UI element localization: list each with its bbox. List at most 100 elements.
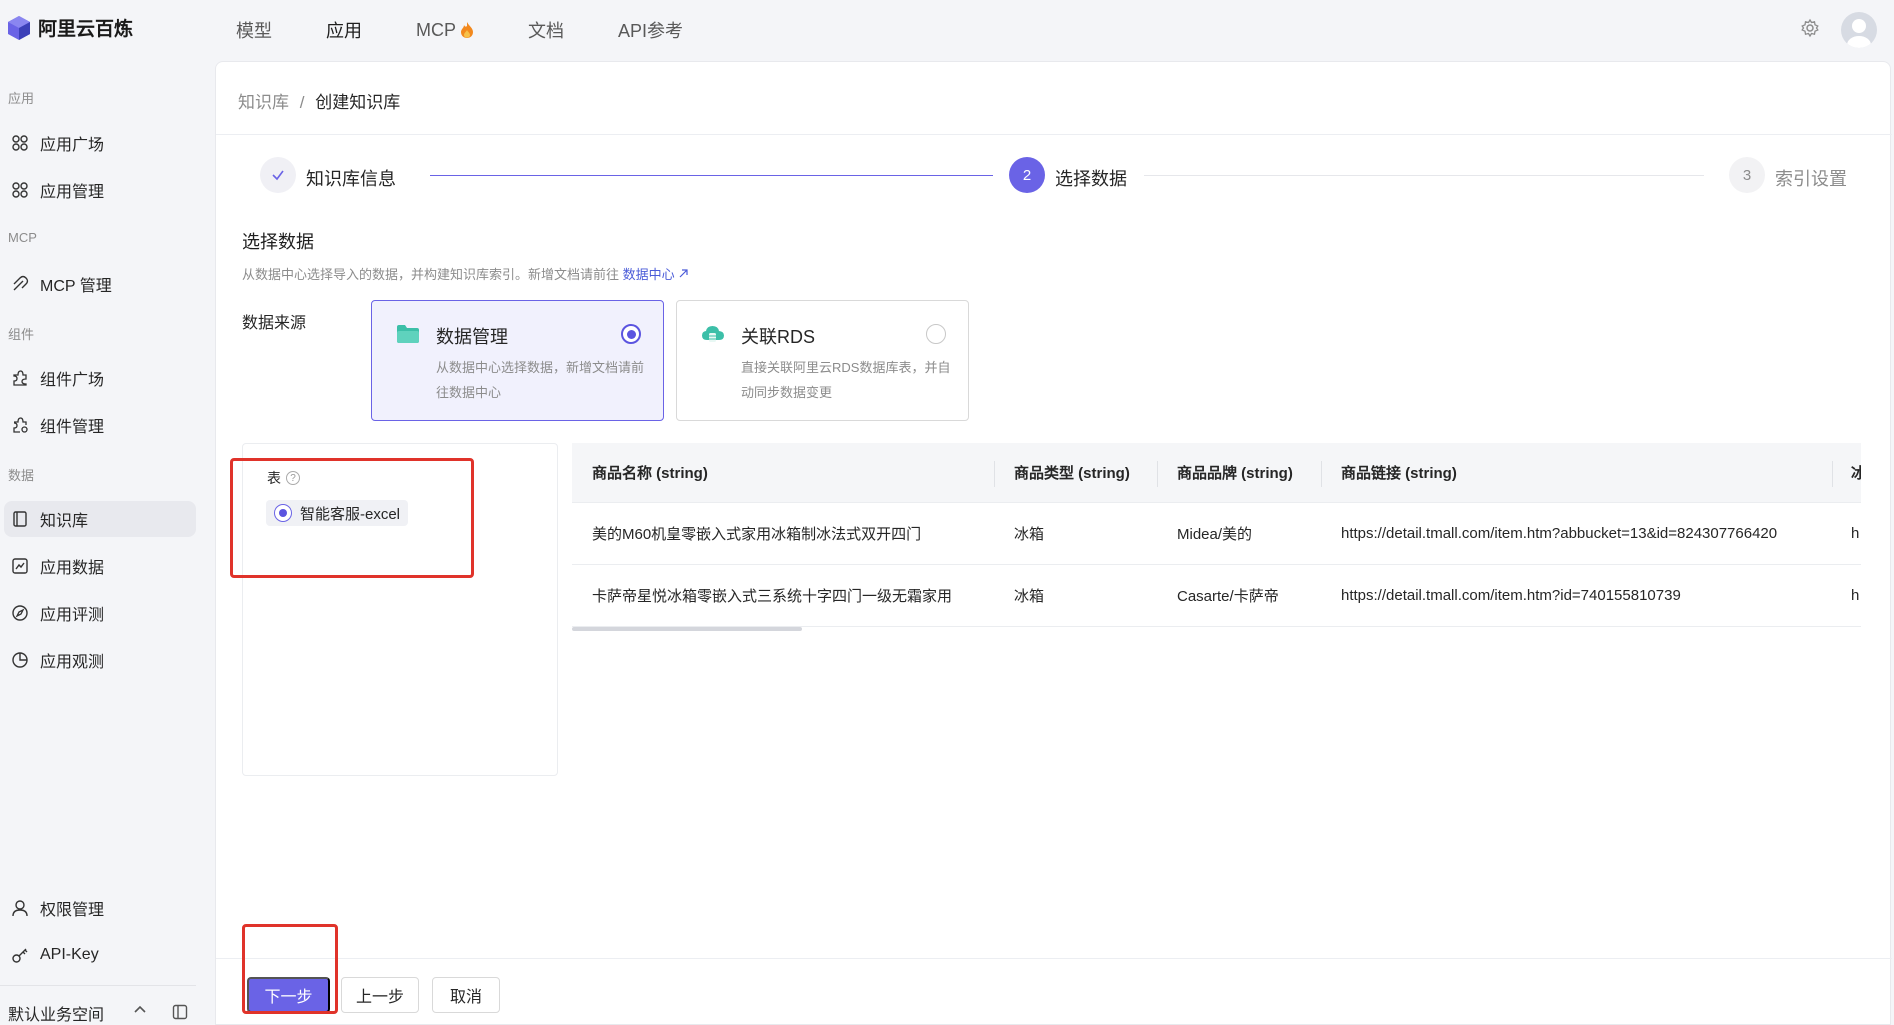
source-desc: 从数据中心选择数据，新增文档请前往数据中心 [436, 360, 645, 400]
data-preview-table: 商品名称 (string) 商品类型 (string) 商品品牌 (string… [572, 443, 1861, 631]
sidebar-item-permissions[interactable]: 权限管理 [4, 890, 196, 926]
breadcrumb-separator: / [299, 93, 305, 112]
key-icon [10, 945, 30, 965]
nav-apps-label: 应用 [326, 21, 362, 41]
table-cell: 冰箱 [1014, 588, 1045, 605]
sidebar-label: 应用数据 [40, 560, 105, 577]
step-connector-1 [430, 175, 993, 176]
section-description: 从数据中心选择导入的数据，并构建知识库索引。新增文档请前往 数据中心 [242, 264, 689, 283]
sidebar-item-api-key[interactable]: API-Key [4, 937, 196, 973]
step-3-label: 索引设置 [1775, 169, 1847, 189]
column-divider [994, 461, 995, 487]
table-cell: https://detail.tmall.com/item.htm?id=740… [1341, 587, 1681, 604]
workspace-selector[interactable]: 默认业务空间 [8, 1001, 104, 1025]
app-logo[interactable]: 阿里云百炼 [6, 14, 133, 41]
settings-gear-icon[interactable] [1800, 18, 1820, 38]
column-header: 商品品牌 (string) [1177, 465, 1293, 482]
sidebar-label: 组件管理 [40, 419, 105, 436]
book-icon [10, 509, 30, 529]
table-cell: 美的M60机皇零嵌入式家用冰箱制冰法式双开四门 [592, 526, 922, 543]
source-desc: 直接关联阿里云RDS数据库表，并自动同步数据变更 [741, 360, 951, 400]
sidebar-section-components: 组件 [8, 327, 35, 342]
table-option-label: 智能客服-excel [300, 505, 401, 523]
sidebar-item-app-data[interactable]: 应用数据 [4, 548, 196, 584]
previous-step-button[interactable]: 上一步 [341, 977, 419, 1013]
table-radio-icon [274, 504, 292, 522]
sidebar-label: 应用观测 [40, 654, 105, 671]
sidebar-section-data: 数据 [8, 468, 35, 483]
column-header: 商品链接 (string) [1341, 465, 1457, 482]
user-avatar[interactable] [1841, 12, 1877, 48]
nav-api-ref[interactable]: API参考 [618, 17, 683, 43]
grid-icon [10, 133, 30, 153]
nav-apps[interactable]: 应用 [326, 17, 362, 43]
sidebar-item-app-manage[interactable]: 应用管理 [4, 172, 196, 208]
table-cell: Midea/美的 [1177, 526, 1253, 543]
help-icon[interactable]: ? [286, 471, 300, 485]
bailian-logo-icon [8, 15, 30, 40]
breadcrumb-divider [216, 134, 1892, 135]
nav-docs-label: 文档 [528, 21, 564, 41]
table-cell: 冰箱 [1014, 526, 1045, 543]
next-step-button[interactable]: 下一步 [247, 977, 330, 1013]
cloud-database-icon [702, 326, 724, 342]
sidebar-item-component-manage[interactable]: 组件管理 [4, 407, 196, 443]
sidebar-label: 应用管理 [40, 184, 105, 201]
sidebar-label: 权限管理 [40, 902, 105, 919]
sidebar-item-knowledge-base[interactable]: 知识库 [4, 501, 196, 537]
column-divider [1157, 461, 1158, 487]
source-title: 数据管理 [436, 327, 508, 347]
source-radio-selected[interactable] [621, 324, 641, 344]
horizontal-scrollbar[interactable] [572, 627, 802, 631]
table-cell: https://detail.tmall.com/item.htm?abbuck… [1341, 525, 1778, 542]
sidebar-item-app-observe[interactable]: 应用观测 [4, 642, 196, 678]
column-header: 商品类型 (string) [1014, 465, 1130, 482]
steps-bar: 知识库信息 2 选择数据 3 索引设置 [260, 154, 1860, 198]
column-divider [1321, 461, 1322, 487]
nav-api-label: API参考 [618, 21, 684, 41]
source-card-rds[interactable]: 关联RDS 直接关联阿里云RDS数据库表，并自动同步数据变更 [676, 300, 969, 421]
step-2-number: 2 [1009, 157, 1045, 193]
avatar-person-icon [1847, 19, 1871, 48]
table-cell: h [1851, 587, 1860, 604]
sidebar-label: 应用广场 [40, 137, 105, 154]
table-option-selected[interactable]: 智能客服-excel [266, 500, 409, 526]
step-connector-2 [1144, 175, 1704, 176]
chart-icon [10, 556, 30, 576]
sidebar-item-mcp-manage[interactable]: MCP 管理 [4, 266, 196, 302]
source-title: 关联RDS [741, 327, 816, 347]
section-title: 选择数据 [242, 232, 314, 252]
sidebar-label: 应用评测 [40, 607, 105, 624]
grid-icon [10, 180, 30, 200]
chevron-up-icon[interactable] [132, 1001, 148, 1017]
nav-mcp-label: MCP [416, 19, 456, 40]
sidebar-section-mcp: MCP [8, 230, 37, 245]
sidebar-item-app-square[interactable]: 应用广场 [4, 125, 196, 161]
breadcrumb-root[interactable]: 知识库 [238, 93, 289, 112]
sidebar-section-apps: 应用 [8, 91, 35, 106]
folder-icon [397, 325, 419, 343]
data-center-link[interactable]: 数据中心 [623, 267, 690, 282]
step-2-label: 选择数据 [1055, 169, 1127, 189]
sidebar-divider [0, 985, 196, 986]
table-cell: Casarte/卡萨帝 [1177, 588, 1279, 605]
sidebar-item-component-square[interactable]: 组件广场 [4, 360, 196, 396]
source-card-data-manage[interactable]: 数据管理 从数据中心选择数据，新增文档请前往数据中心 [371, 300, 664, 421]
user-icon [10, 898, 30, 918]
source-radio-unselected[interactable] [926, 324, 946, 344]
breadcrumb: 知识库 / 创建知识库 [238, 88, 400, 113]
table-cell: h [1851, 525, 1860, 542]
nav-mcp[interactable]: MCP [416, 20, 474, 41]
breadcrumb-current: 创建知识库 [315, 93, 401, 112]
sidebar-collapse-icon[interactable] [172, 1004, 188, 1020]
sidebar-item-app-eval[interactable]: 应用评测 [4, 595, 196, 631]
cancel-button[interactable]: 取消 [432, 977, 500, 1013]
nav-models[interactable]: 模型 [236, 17, 272, 43]
table-row: 卡萨帝星悦冰箱零嵌入式三系统十字四门一级无霜家用 冰箱 Casarte/卡萨帝 … [572, 565, 1861, 627]
compass-icon [10, 603, 30, 623]
table-cell: 卡萨帝星悦冰箱零嵌入式三系统十字四门一级无霜家用 [592, 588, 953, 605]
table-list-panel: 表 ? 智能客服-excel [242, 443, 558, 776]
column-header: 冰 [1851, 465, 1861, 482]
nav-docs[interactable]: 文档 [528, 17, 564, 43]
fire-icon [461, 22, 473, 38]
